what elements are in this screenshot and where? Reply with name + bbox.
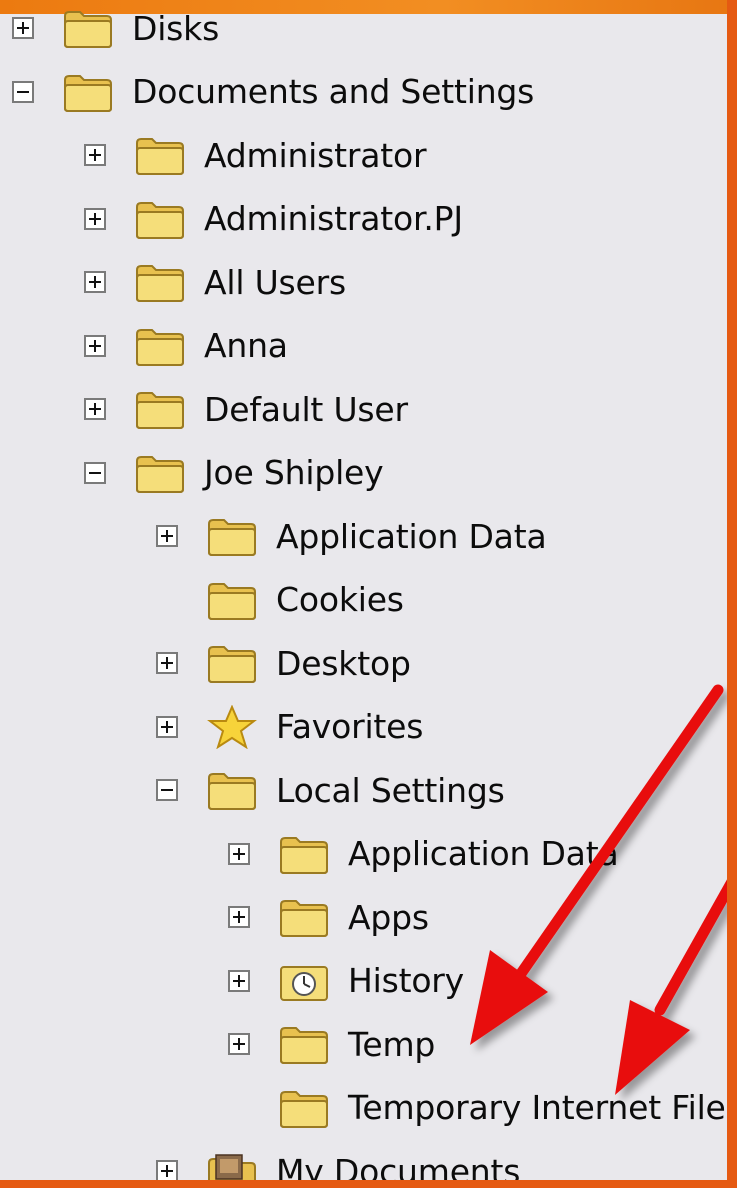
expand-icon[interactable] bbox=[84, 334, 106, 357]
tree-item-label: History bbox=[348, 961, 465, 1000]
tree-item-label: Temporary Internet Files bbox=[348, 1088, 727, 1127]
tree-item[interactable]: Anna bbox=[84, 316, 288, 376]
folder-icon bbox=[206, 514, 258, 558]
tree-item[interactable]: Disks bbox=[12, 0, 219, 58]
folder-icon bbox=[134, 451, 186, 495]
window-edge bbox=[727, 0, 737, 1188]
folder-icon bbox=[62, 6, 114, 50]
tree-item[interactable]: All Users bbox=[84, 252, 346, 312]
tree-item-label: Cookies bbox=[276, 580, 404, 619]
tree-item[interactable]: Favorites bbox=[156, 697, 423, 757]
history-icon bbox=[278, 959, 330, 1003]
my-documents-icon bbox=[206, 1149, 258, 1180]
folder-icon bbox=[134, 387, 186, 431]
tree-item-label: Desktop bbox=[276, 643, 411, 683]
tree-item-label: Apps bbox=[348, 897, 429, 937]
collapse-icon[interactable] bbox=[156, 779, 178, 801]
expand-icon[interactable] bbox=[228, 906, 250, 928]
window-bottom-edge bbox=[0, 1180, 737, 1188]
folder-icon bbox=[134, 324, 186, 368]
tree-item[interactable]: Administrator bbox=[84, 125, 427, 185]
tree-item-label: Application Data bbox=[276, 516, 547, 556]
tree-item[interactable]: Application Data bbox=[228, 824, 619, 884]
tree-item[interactable]: Temp bbox=[228, 1014, 435, 1074]
tree-item[interactable]: Administrator.PJ bbox=[84, 189, 463, 249]
expand-icon[interactable] bbox=[156, 525, 178, 547]
tree-item-label: Default User bbox=[204, 389, 408, 429]
expand-icon[interactable] bbox=[156, 715, 178, 738]
tree-item-label: Joe Shipley bbox=[204, 453, 384, 492]
tree-item-label: Disks bbox=[132, 8, 220, 48]
tree-item[interactable]: Default User bbox=[84, 379, 408, 439]
expand-icon[interactable] bbox=[228, 1033, 250, 1055]
folder-icon bbox=[278, 832, 330, 876]
expand-icon[interactable] bbox=[84, 398, 106, 420]
tree-item-label: My Documents bbox=[276, 1151, 521, 1181]
folder-icon bbox=[278, 895, 330, 939]
tree-item[interactable]: Apps bbox=[228, 887, 429, 947]
expand-icon[interactable] bbox=[84, 271, 106, 293]
folder-icon bbox=[206, 768, 258, 812]
tree-item[interactable]: Documents and Settings bbox=[12, 62, 534, 122]
expand-icon[interactable] bbox=[84, 144, 106, 166]
tree-item[interactable]: My Documents bbox=[156, 1141, 520, 1180]
tree-item[interactable]: Cookies bbox=[156, 570, 404, 630]
tree-item-label: Administrator bbox=[204, 135, 427, 175]
tree-item-label: All Users bbox=[204, 262, 347, 302]
folder-icon bbox=[62, 70, 114, 114]
folder-icon bbox=[134, 133, 186, 177]
expand-icon[interactable] bbox=[156, 1160, 178, 1180]
collapse-icon[interactable] bbox=[84, 461, 106, 484]
tree-item[interactable]: Local Settings bbox=[156, 760, 505, 820]
folder-icon bbox=[134, 197, 186, 241]
tree-item-label: Temp bbox=[348, 1024, 436, 1064]
expander-placeholder bbox=[228, 1097, 250, 1119]
folder-icon bbox=[278, 1022, 330, 1066]
tree-item[interactable]: History bbox=[228, 951, 464, 1011]
expand-icon[interactable] bbox=[228, 969, 250, 992]
tree-item[interactable]: Desktop bbox=[156, 633, 411, 693]
expand-icon[interactable] bbox=[156, 652, 178, 674]
expand-icon[interactable] bbox=[12, 17, 34, 39]
folder-icon bbox=[278, 1086, 330, 1130]
folder-tree[interactable]: Disks Documents and Settings Administrat… bbox=[0, 0, 727, 1180]
expand-icon[interactable] bbox=[84, 207, 106, 230]
tree-item[interactable]: Temporary Internet Files bbox=[228, 1078, 727, 1138]
tree-item-label: Favorites bbox=[276, 707, 424, 746]
tree-item-label: Documents and Settings bbox=[132, 72, 535, 111]
tree-item-label: Application Data bbox=[348, 834, 619, 873]
expander-placeholder bbox=[156, 589, 178, 611]
tree-item[interactable]: Joe Shipley bbox=[84, 443, 384, 503]
star-icon bbox=[206, 703, 258, 749]
folder-icon bbox=[206, 578, 258, 622]
folder-icon bbox=[206, 641, 258, 685]
tree-item-label: Local Settings bbox=[276, 770, 505, 810]
expand-icon[interactable] bbox=[228, 842, 250, 865]
collapse-icon[interactable] bbox=[12, 80, 34, 103]
tree-item-label: Anna bbox=[204, 326, 288, 365]
tree-item[interactable]: Application Data bbox=[156, 506, 547, 566]
tree-item-label: Administrator.PJ bbox=[204, 199, 463, 238]
folder-icon bbox=[134, 260, 186, 304]
